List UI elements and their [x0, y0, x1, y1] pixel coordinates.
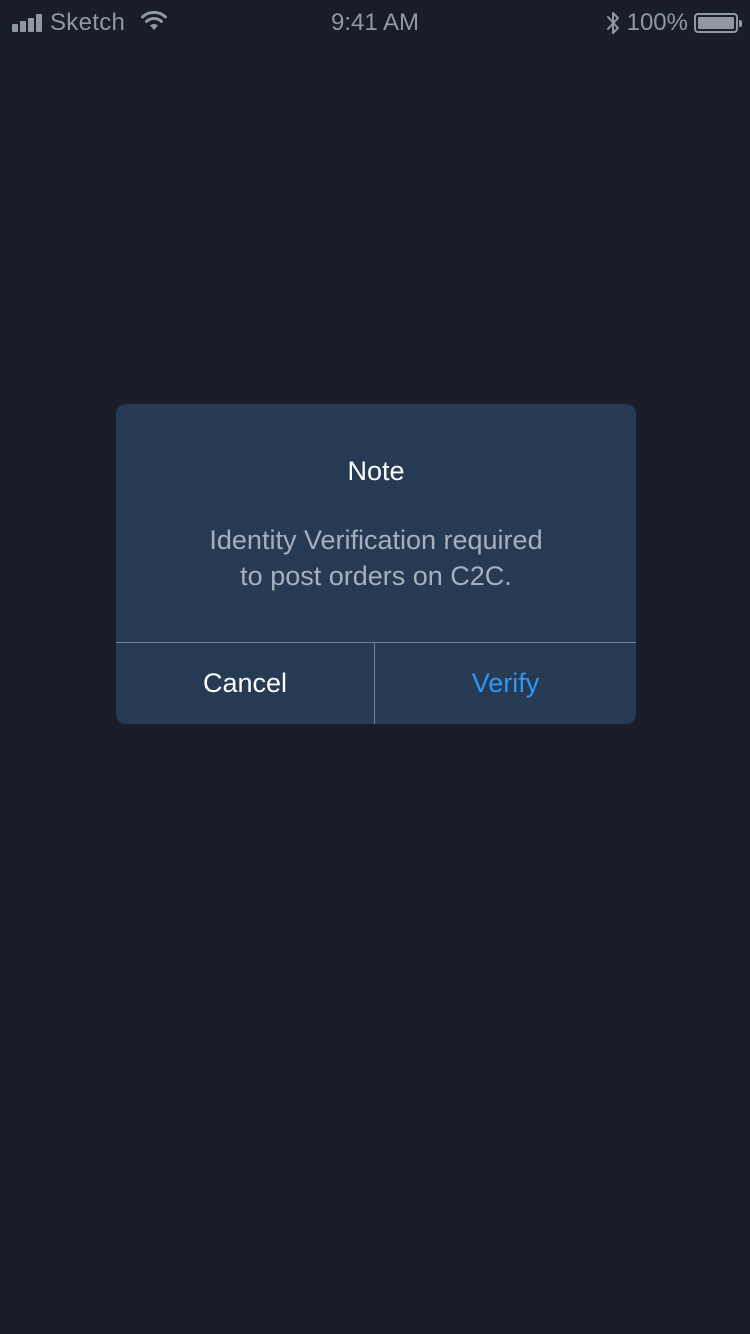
bluetooth-icon [606, 12, 619, 34]
battery-percent: 100% [626, 9, 688, 36]
dialog-message-line-2: to post orders on C2C. [240, 561, 512, 591]
status-bar: Sketch 9:41 AM 100% [0, 0, 750, 44]
battery-nub [739, 20, 742, 27]
status-right: 100% [605, 8, 742, 38]
screen: Sketch 9:41 AM 100% Note Identity Verifi… [0, 0, 750, 1334]
battery-fill [698, 17, 734, 29]
dialog-message-line-1: Identity Verification required [209, 525, 543, 555]
dialog-title: Note [347, 456, 405, 486]
alert-dialog: Note Identity Verification required to p… [116, 404, 636, 724]
dialog-message: Identity Verification required to post o… [116, 522, 636, 594]
cancel-button[interactable]: Cancel [116, 643, 374, 724]
battery-icon [694, 13, 742, 33]
verify-button[interactable]: Verify [375, 643, 636, 724]
